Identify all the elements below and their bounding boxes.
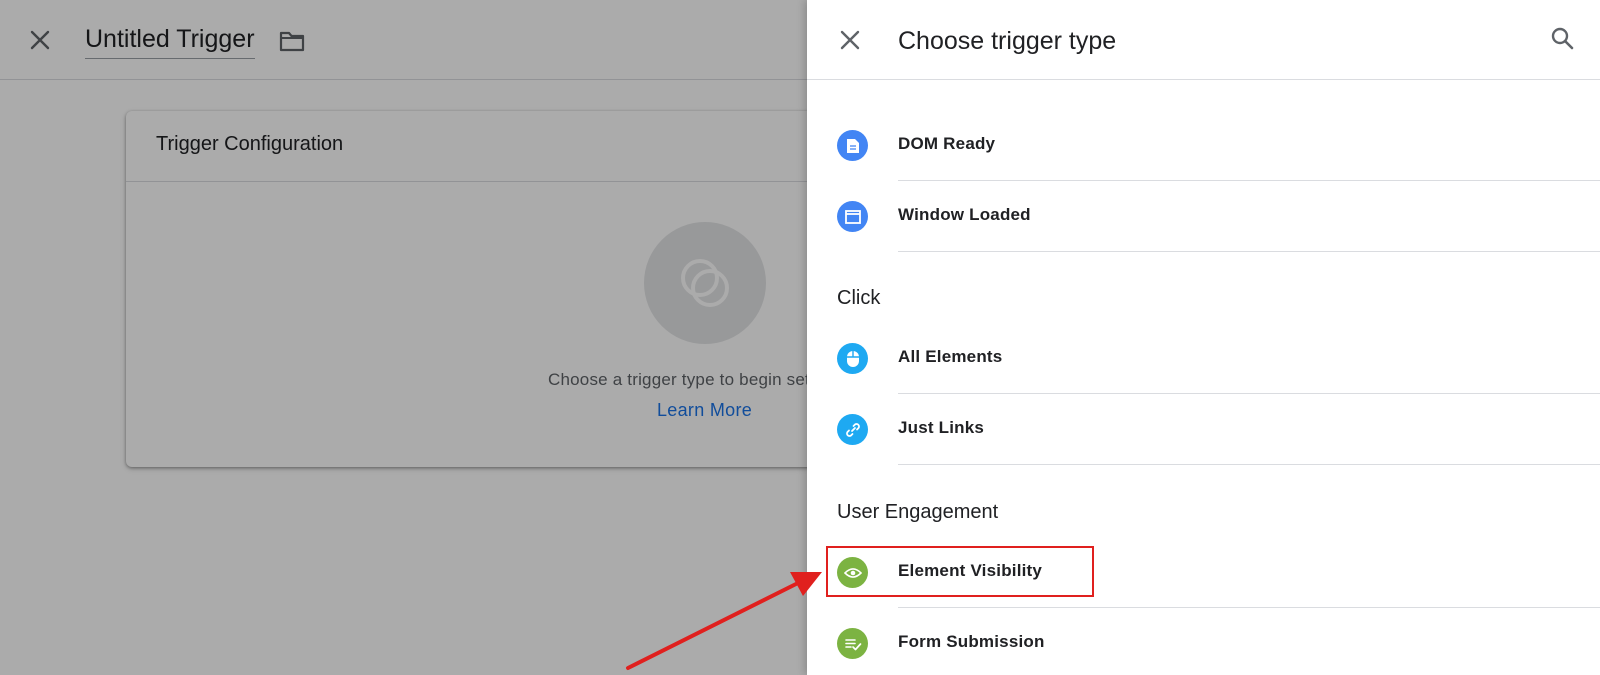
divider (898, 464, 1600, 465)
trigger-item-label: Window Loaded (898, 205, 1031, 224)
mouse-icon (837, 343, 868, 374)
trigger-item-all-elements[interactable]: All Elements (807, 323, 1600, 394)
trigger-item-form-submission[interactable]: Form Submission (807, 608, 1600, 675)
section-heading-user-engagement: User Engagement (837, 501, 999, 523)
link-icon (837, 414, 868, 445)
trigger-item-label: Form Submission (898, 632, 1045, 651)
trigger-item-label: DOM Ready (898, 134, 996, 153)
trigger-item-window-loaded[interactable]: Window Loaded (807, 181, 1600, 252)
close-panel-button[interactable] (834, 24, 866, 56)
form-check-icon (837, 628, 868, 659)
trigger-item-label: Just Links (898, 418, 985, 437)
search-button[interactable] (1546, 22, 1578, 54)
panel-header: Choose trigger type (807, 0, 1600, 80)
highlight-box (826, 546, 1094, 597)
trigger-item-dom-ready[interactable]: DOM Ready (807, 110, 1600, 181)
document-icon (837, 130, 868, 161)
divider (898, 251, 1600, 252)
trigger-item-label: All Elements (898, 347, 1003, 366)
trigger-item-just-links[interactable]: Just Links (807, 394, 1600, 465)
window-icon (837, 201, 868, 232)
search-icon (1551, 27, 1574, 50)
panel-title: Choose trigger type (898, 27, 1117, 55)
section-heading-click: Click (837, 287, 881, 309)
close-icon (840, 30, 860, 50)
